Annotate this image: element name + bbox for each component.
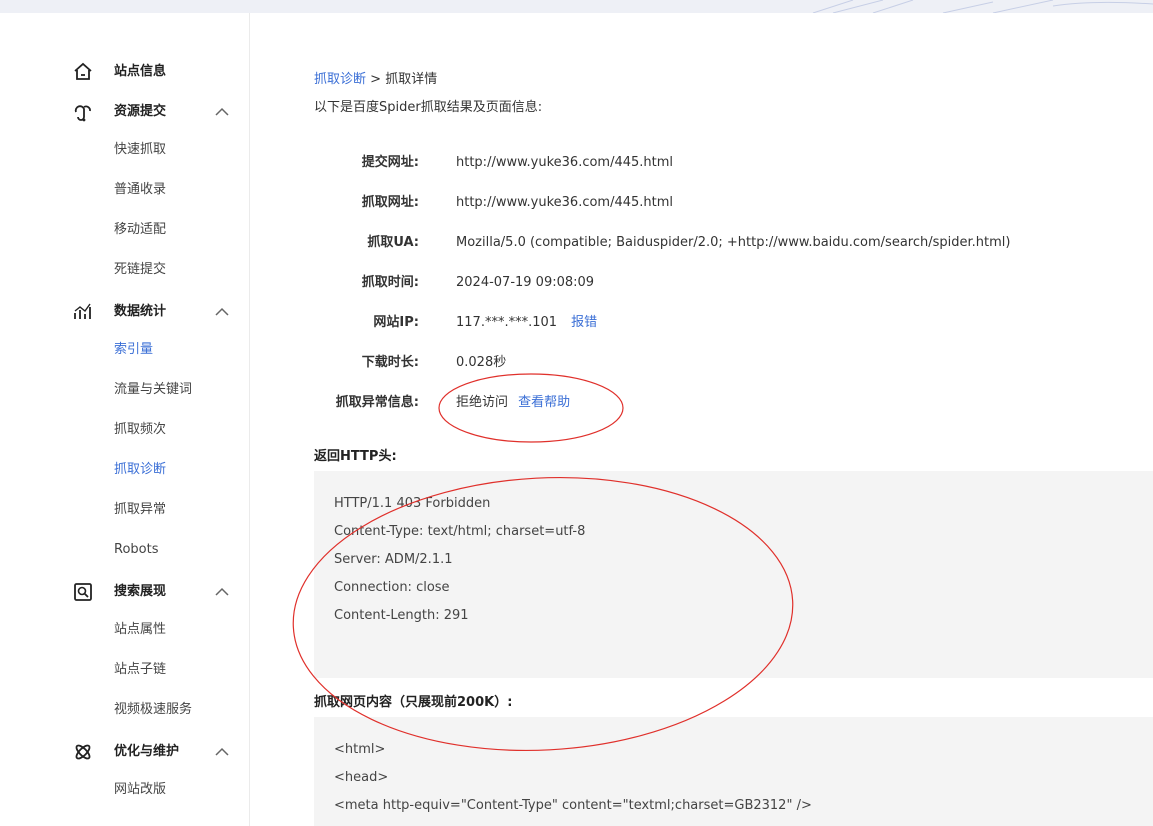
sidebar-group-site-info[interactable]: 站点信息 (0, 60, 250, 84)
http-header-line: Content-Type: text/html; charset=utf-8 (334, 524, 586, 539)
sidebar-item-traffic-keywords[interactable]: 流量与关键词 (114, 381, 192, 399)
sidebar-item-fast-crawl[interactable]: 快速抓取 (114, 141, 166, 159)
sidebar-item-site-revision[interactable]: 网站改版 (114, 781, 166, 799)
stats-icon (74, 303, 91, 319)
search-display-icon (74, 583, 92, 601)
sidebar-item-crawl-diagnosis[interactable]: 抓取诊断 (114, 461, 166, 479)
http-header-line: Server: ADM/2.1.1 (334, 552, 453, 567)
detail-crawl-ua: 抓取UA: Mozilla/5.0 (compatible; Baiduspid… (251, 233, 1151, 253)
sidebar-item-dead-link[interactable]: 死链提交 (114, 261, 166, 279)
sidebar-group-resource-submit[interactable]: 资源提交 (0, 100, 250, 124)
detail-label: 抓取网址: (361, 195, 419, 210)
breadcrumb-separator: > (366, 72, 386, 87)
sidebar-group-label: 优化与维护 (114, 744, 180, 759)
chevron-up-icon[interactable] (214, 745, 230, 759)
top-header-bar (0, 0, 1153, 13)
breadcrumb-parent-link[interactable]: 抓取诊断 (314, 72, 366, 87)
sidebar: 站点信息 资源提交 快速抓取 普通收录 移动适配 死链提交 数据统计 索引量 流… (0, 13, 250, 826)
sidebar-item-index-volume[interactable]: 索引量 (114, 341, 153, 359)
detail-value: 117.***.***.101 (456, 315, 558, 330)
sidebar-group-optimize[interactable]: 优化与维护 (0, 740, 250, 764)
detail-value: 拒绝访问 (456, 395, 509, 410)
chevron-up-icon[interactable] (214, 585, 230, 599)
sidebar-item-site-sublinks[interactable]: 站点子链 (114, 661, 166, 679)
view-help-link[interactable]: 查看帮助 (518, 395, 570, 410)
breadcrumb: 抓取诊断 > 抓取详情 (314, 71, 437, 89)
sidebar-item-mobile-adapt[interactable]: 移动适配 (114, 221, 166, 239)
http-header-line: Connection: close (334, 580, 450, 595)
sidebar-item-crawl-frequency[interactable]: 抓取频次 (114, 421, 166, 439)
page-content-line: <meta http-equiv="Content-Type" content=… (334, 798, 812, 813)
sidebar-item-normal-index[interactable]: 普通收录 (114, 181, 166, 199)
intro-text: 以下是百度Spider抓取结果及页面信息: (314, 100, 543, 115)
detail-value: http://www.yuke36.com/445.html (456, 155, 674, 170)
report-error-link[interactable]: 报错 (571, 315, 597, 330)
sidebar-item-video-fast-service[interactable]: 视频极速服务 (114, 701, 192, 719)
resource-submit-icon (74, 105, 91, 122)
page-content-line: <head> (334, 770, 389, 785)
detail-value: Mozilla/5.0 (compatible; Baiduspider/2.0… (456, 235, 1011, 250)
sidebar-item-crawl-errors[interactable]: 抓取异常 (114, 501, 166, 519)
sidebar-group-search-display[interactable]: 搜索展现 (0, 580, 250, 604)
detail-value: 0.028秒 (456, 355, 507, 370)
sidebar-group-data-stats[interactable]: 数据统计 (0, 300, 250, 324)
home-icon (74, 62, 92, 80)
detail-value-group: 117.***.***.101 报错 (456, 313, 597, 333)
page-content-box: <html> <head> <meta http-equiv="Content-… (314, 717, 1153, 826)
detail-value: 2024-07-19 09:08:09 (456, 275, 595, 290)
detail-crawl-error: 抓取异常信息: 拒绝访问 查看帮助 (251, 393, 1151, 413)
sidebar-item-site-attributes[interactable]: 站点属性 (114, 621, 166, 639)
http-header-box: HTTP/1.1 403 Forbidden Content-Type: tex… (314, 471, 1153, 678)
chevron-up-icon[interactable] (214, 105, 230, 119)
detail-download-time: 下载时长: 0.028秒 (251, 353, 1151, 373)
sidebar-group-label: 数据统计 (114, 304, 167, 319)
detail-crawl-time: 抓取时间: 2024-07-19 09:08:09 (251, 273, 1151, 293)
detail-label: 提交网址: (361, 155, 419, 170)
detail-site-ip: 网站IP: 117.***.***.101 报错 (251, 313, 1151, 333)
chevron-up-icon[interactable] (214, 305, 230, 319)
http-header-title: 返回HTTP头: (314, 449, 397, 464)
detail-value-group: 拒绝访问 查看帮助 (456, 393, 570, 413)
http-header-line: HTTP/1.1 403 Forbidden (334, 496, 491, 511)
http-header-line: Content-Length: 291 (334, 608, 469, 623)
detail-label: 网站IP: (373, 315, 419, 330)
detail-crawl-url: 抓取网址: http://www.yuke36.com/445.html (251, 193, 1151, 213)
detail-label: 下载时长: (361, 355, 419, 370)
detail-label: 抓取异常信息: (335, 395, 419, 410)
detail-value: http://www.yuke36.com/445.html (456, 195, 674, 210)
sidebar-item-robots[interactable]: Robots (114, 541, 158, 559)
sidebar-group-label: 站点信息 (114, 64, 167, 79)
header-decoration (812, 0, 1153, 13)
page-content-line: <html> (334, 742, 386, 757)
breadcrumb-current: 抓取详情 (385, 72, 438, 87)
sidebar-group-label: 搜索展现 (114, 584, 167, 599)
sidebar-group-label: 资源提交 (114, 104, 167, 119)
main-content: 抓取诊断 > 抓取详情 以下是百度Spider抓取结果及页面信息: 提交网址: … (251, 13, 1153, 826)
detail-label: 抓取UA: (367, 235, 419, 250)
page-content-title: 抓取网页内容（只展现前200K）: (314, 695, 513, 710)
detail-submit-url: 提交网址: http://www.yuke36.com/445.html (251, 153, 1151, 173)
optimize-icon (75, 744, 91, 760)
detail-label: 抓取时间: (361, 275, 419, 290)
